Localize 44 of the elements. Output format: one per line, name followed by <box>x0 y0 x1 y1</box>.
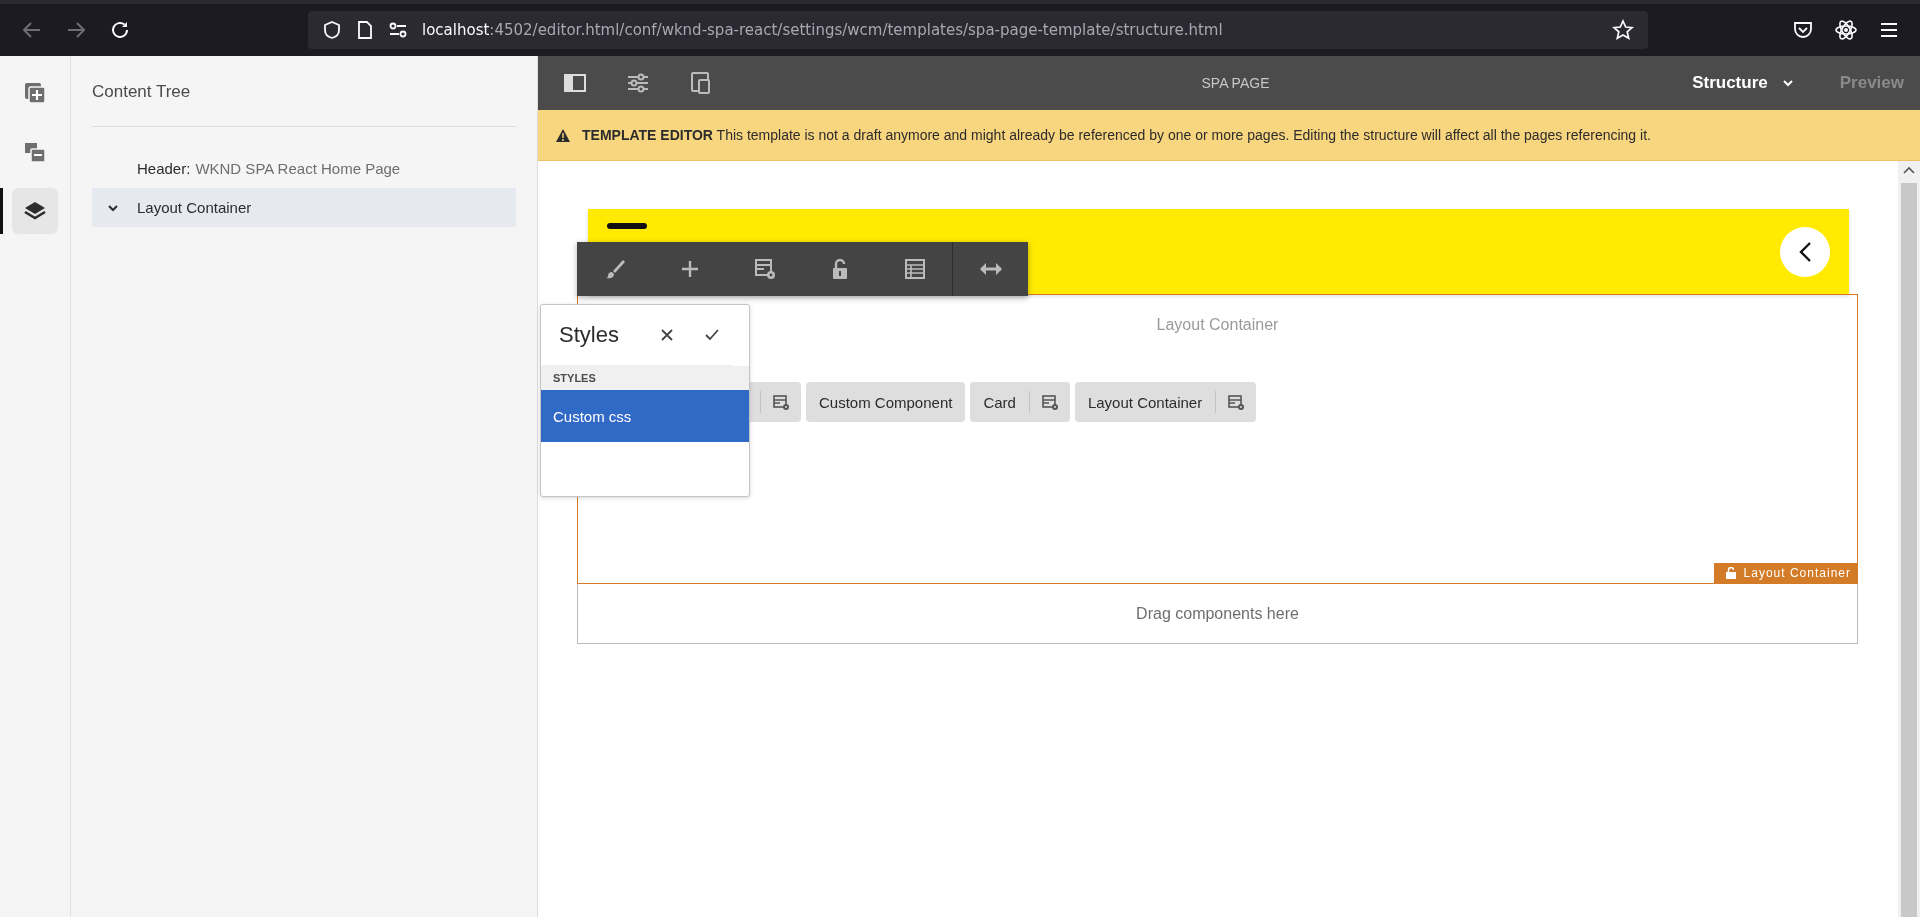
bar-icon <box>607 222 647 229</box>
warning-icon <box>556 128 570 142</box>
component-chip[interactable]: Layout Container <box>1074 382 1257 422</box>
page-icon[interactable] <box>356 20 374 40</box>
close-icon[interactable] <box>661 329 673 341</box>
side-panel-icon <box>563 71 587 95</box>
policy-icon <box>752 257 777 281</box>
banner-message: TEMPLATE EDITOR This template is not a draft anymore and might already be referenced by one or more pages. Editing the structure will affect all the pages referencing it. <box>582 127 1651 143</box>
tree-item[interactable]: Header: WKND SPA React Home Page <box>92 149 516 188</box>
rail-button[interactable] <box>12 188 58 234</box>
container-label: Layout Container <box>1156 316 1279 333</box>
devices-icon <box>689 71 713 95</box>
pocket-icon[interactable] <box>1792 19 1814 41</box>
section-heading: STYLES <box>541 366 749 390</box>
style-option[interactable]: Custom css <box>541 390 749 442</box>
sliders-icon <box>626 71 650 95</box>
tree-item-label: Header: WKND SPA React Home Page <box>137 160 401 177</box>
shield-icon[interactable] <box>322 20 342 40</box>
unlock-icon <box>1725 567 1736 579</box>
policy-icon[interactable] <box>1041 394 1058 410</box>
chevron-left-icon <box>1798 240 1812 263</box>
selection-bar <box>0 188 3 234</box>
panel-title: Content Tree <box>92 82 192 103</box>
assets-icon <box>23 140 47 164</box>
site-settings-icon[interactable] <box>388 20 408 40</box>
check-icon[interactable] <box>705 329 719 341</box>
policy-icon[interactable] <box>773 394 789 410</box>
url-host[interactable]: localhost <box>422 21 490 39</box>
mode-dropdown[interactable]: Structure <box>1692 73 1794 93</box>
table-icon <box>902 257 927 281</box>
tree-item[interactable]: Layout Container <box>92 188 516 227</box>
scrollbar[interactable] <box>1898 161 1920 917</box>
component-chip[interactable] <box>750 382 801 422</box>
chevron-down-icon <box>1781 77 1794 89</box>
page-title: SPA PAGE <box>1201 75 1270 91</box>
url-path[interactable]: :4502/editor.html/conf/wknd-spa-react/settings/wcm/templates/spa-page-template/structure.html <box>489 21 1223 39</box>
atom-icon[interactable] <box>1834 18 1858 42</box>
back-button[interactable] <box>1780 226 1830 277</box>
policy-icon[interactable] <box>1228 394 1245 410</box>
drop-zone: Drag components here <box>577 584 1858 644</box>
star-icon[interactable] <box>1612 19 1634 41</box>
components-icon <box>23 81 47 105</box>
component-chip[interactable]: Card <box>970 382 1070 422</box>
component-chip[interactable]: Custom Component <box>806 382 966 422</box>
